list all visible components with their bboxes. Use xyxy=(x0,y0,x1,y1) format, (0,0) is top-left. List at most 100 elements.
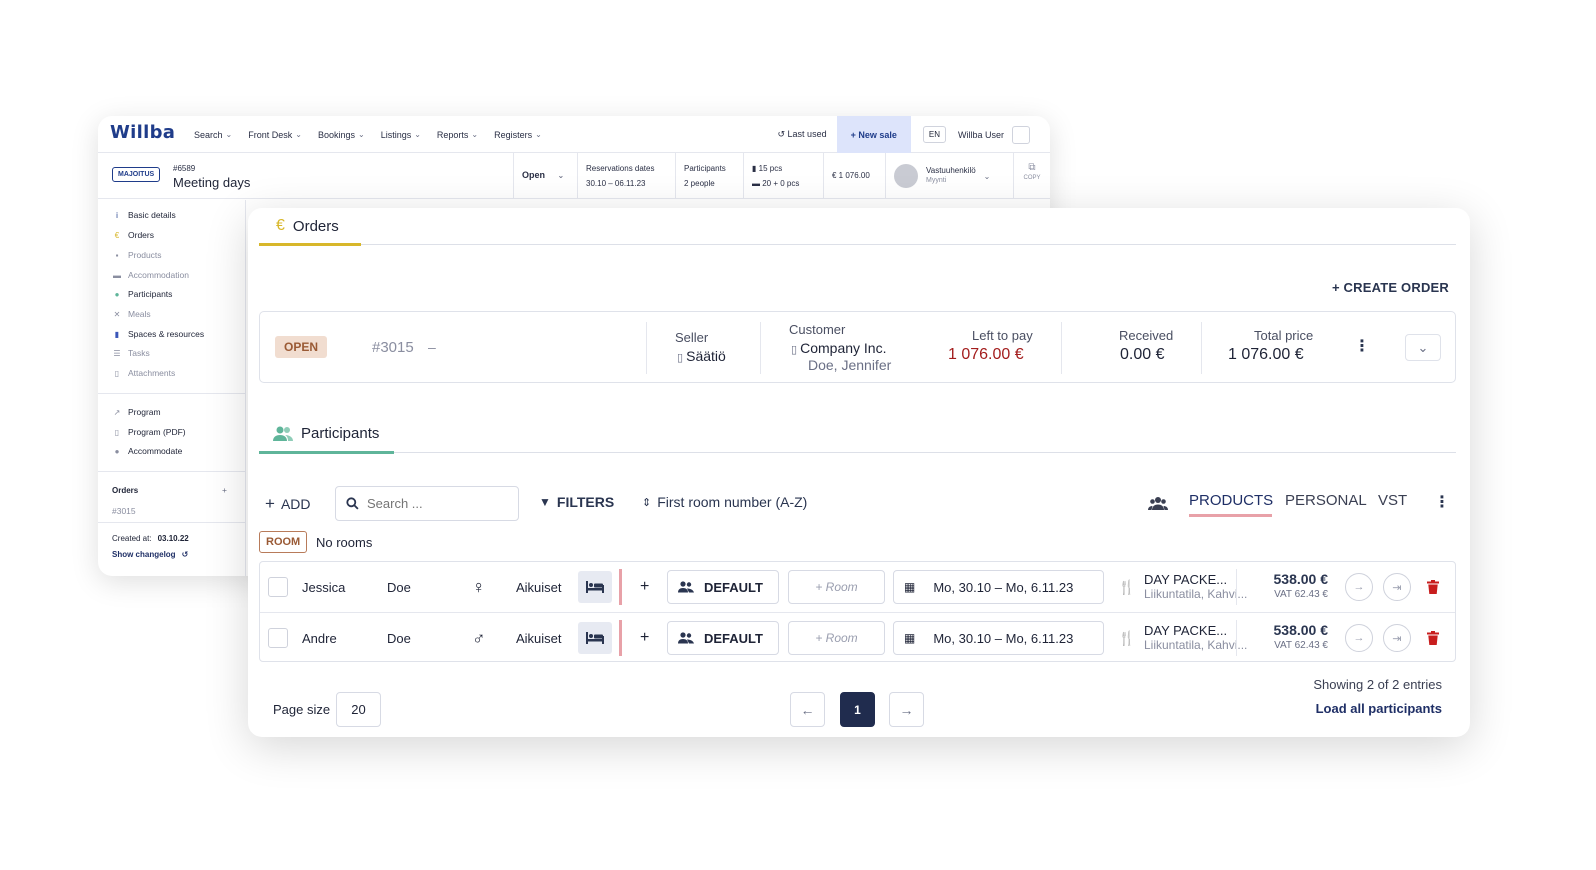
row-checkbox[interactable] xyxy=(268,577,288,597)
sidebar-link-accommodate[interactable]: ● Accommodate xyxy=(112,446,183,456)
expand-order-button[interactable]: ⌄ xyxy=(1405,334,1441,361)
room-selector[interactable]: + Room xyxy=(788,570,885,604)
check-in-icon[interactable]: → xyxy=(1345,624,1373,652)
add-product-button[interactable]: + xyxy=(640,562,649,612)
sidebar-item-participants[interactable]: ● Participants xyxy=(112,289,173,299)
menu-registers[interactable]: Registers ⌄ xyxy=(494,130,542,140)
product-package[interactable]: DAY PACKE... Liikuntatila, Kahvi... xyxy=(1144,562,1248,612)
reservation-dates[interactable]: Reservations dates 30.10 – 06.11.23 xyxy=(577,153,675,199)
sidebar-item-orders[interactable]: € Orders xyxy=(112,230,154,240)
sidebar-item-spaces[interactable]: ▮ Spaces & resources xyxy=(112,329,204,339)
view-tab-products[interactable]: PRODUCTS xyxy=(1189,492,1273,509)
orders-participants-panel: € Orders + CREATE ORDER OPEN #3015 – Sel… xyxy=(248,208,1470,737)
profile-selector[interactable]: DEFAULT xyxy=(667,621,779,655)
trash-icon[interactable] xyxy=(1427,580,1439,594)
accommodation-button[interactable] xyxy=(578,571,612,603)
status-dropdown[interactable]: Open ⌄ xyxy=(513,153,577,199)
trash-icon[interactable] xyxy=(1427,631,1439,645)
sidebar-item-attachments[interactable]: ▯ Attachments xyxy=(112,368,175,378)
sidebar-item-basic-details[interactable]: i Basic details xyxy=(112,210,176,220)
sort-selector[interactable]: ⇕ First room number (A-Z) xyxy=(642,494,807,510)
show-changelog-link[interactable]: Show changelog ↺ xyxy=(112,550,188,559)
sidebar-link-program-pdf[interactable]: ▯ Program (PDF) xyxy=(112,427,186,437)
sidebar-item-products[interactable]: ▪ Products xyxy=(112,250,162,260)
copy-button[interactable]: ⧉ COPY xyxy=(1013,153,1050,199)
add-participant-button[interactable]: + ADD xyxy=(265,494,311,514)
sidebar-item-accommodation[interactable]: ▬ Accommodation xyxy=(112,270,189,280)
table-row[interactable]: Jessica Doe ♀ Aikuiset + DEFAULT + Room … xyxy=(260,562,1455,612)
tab-orders[interactable]: € Orders xyxy=(276,217,339,235)
divider xyxy=(1236,620,1237,656)
received-label: Received xyxy=(1119,328,1174,343)
last-name[interactable]: Doe xyxy=(387,613,411,663)
product-package[interactable]: DAY PACKE... Liikuntatila, Kahvi... xyxy=(1144,613,1248,663)
menu-search[interactable]: Search ⌄ xyxy=(194,130,232,140)
order-card[interactable]: OPEN #3015 – Seller ▯ Säätiö Customer ▯ … xyxy=(259,311,1456,383)
check-out-icon[interactable]: ⇥ xyxy=(1383,573,1411,601)
filters-button[interactable]: ▼ FILTERS xyxy=(539,494,614,510)
accommodation-button[interactable] xyxy=(578,622,612,654)
calendar-icon: ▦ xyxy=(904,631,916,645)
more-options-icon[interactable]: ⋮ xyxy=(1434,492,1450,512)
divider xyxy=(760,322,761,374)
history-icon: ↺ xyxy=(181,550,189,559)
copy-icon: ⧉ xyxy=(1028,162,1036,173)
participant-search[interactable] xyxy=(335,486,519,521)
age-group[interactable]: Aikuiset xyxy=(516,562,562,612)
load-all-participants-link[interactable]: Load all participants xyxy=(1316,701,1442,716)
page-button-1[interactable]: 1 xyxy=(840,692,875,727)
sidebar-item-tasks[interactable]: ☰ Tasks xyxy=(112,348,149,358)
room-group-tag: ROOM xyxy=(259,531,308,553)
table-row[interactable]: Andre Doe ♂ Aikuiset + DEFAULT + Room ▦ M… xyxy=(260,612,1455,662)
check-out-icon[interactable]: ⇥ xyxy=(1383,624,1411,652)
pdf-icon: ▯ xyxy=(114,427,120,437)
add-order-icon[interactable]: + xyxy=(222,485,227,495)
profile-selector[interactable]: DEFAULT xyxy=(667,570,779,604)
external-link-icon: ↗ xyxy=(113,407,121,417)
menu-front-desk[interactable]: Front Desk ⌄ xyxy=(248,130,302,140)
menu-listings[interactable]: Listings ⌄ xyxy=(381,130,421,140)
participants-count[interactable]: Participants 2 people xyxy=(675,153,743,199)
section-divider xyxy=(361,244,1456,245)
check-in-icon[interactable]: → xyxy=(1345,573,1373,601)
room-selector[interactable]: + Room xyxy=(788,621,885,655)
user-avatar-icon[interactable] xyxy=(1012,125,1030,144)
sidebar-order-link[interactable]: #3015 xyxy=(112,506,136,516)
date-range-picker[interactable]: ▦ Mo, 30.10 – Mo, 6.11.23 xyxy=(893,621,1104,655)
sidebar-item-meals[interactable]: ✕ Meals xyxy=(112,309,151,319)
cart-icon: ▪ xyxy=(115,250,119,260)
menu-bookings[interactable]: Bookings ⌄ xyxy=(318,130,365,140)
create-order-button[interactable]: + CREATE ORDER xyxy=(1332,280,1449,295)
tab-participants[interactable]: Participants xyxy=(273,425,379,442)
row-checkbox[interactable] xyxy=(268,628,288,648)
seller-label: Seller xyxy=(675,330,709,345)
last-name[interactable]: Doe xyxy=(387,562,411,612)
more-options-icon[interactable]: ⋮ xyxy=(1354,336,1370,356)
willba-logo[interactable]: Willba xyxy=(110,122,175,143)
last-used-button[interactable]: ↺ Last used xyxy=(768,129,837,140)
language-selector[interactable]: EN xyxy=(922,126,946,143)
menu-reports[interactable]: Reports ⌄ xyxy=(437,130,478,140)
sidebar-link-program[interactable]: ↗ Program xyxy=(112,407,161,417)
date-range-picker[interactable]: ▦ Mo, 30.10 – Mo, 6.11.23 xyxy=(893,570,1104,604)
first-name[interactable]: Jessica xyxy=(302,562,345,612)
view-tab-vst[interactable]: VST xyxy=(1378,492,1407,509)
next-page-button[interactable]: → xyxy=(889,692,924,727)
reservation-price: € 1 076.00 xyxy=(823,153,885,199)
age-group[interactable]: Aikuiset xyxy=(516,613,562,663)
view-tab-personal[interactable]: PERSONAL xyxy=(1285,492,1367,509)
add-product-button[interactable]: + xyxy=(640,613,649,663)
room-group-label: No rooms xyxy=(316,535,373,550)
search-input[interactable] xyxy=(367,496,507,511)
first-name[interactable]: Andre xyxy=(302,613,337,663)
page-size-input[interactable]: 20 xyxy=(336,692,381,727)
sidebar-divider xyxy=(98,393,246,394)
new-sale-button[interactable]: + New sale xyxy=(836,116,911,153)
bed-icon xyxy=(586,632,604,644)
user-name[interactable]: Willba User xyxy=(958,130,1004,140)
group-icon[interactable] xyxy=(1148,496,1168,511)
previous-page-button[interactable]: ← xyxy=(790,692,825,727)
sidebar-divider xyxy=(98,522,246,523)
owner-selector[interactable]: Vastuuhenkilö Myynti ⌄ xyxy=(885,153,1013,199)
reservation-title: Meeting days xyxy=(173,175,251,190)
